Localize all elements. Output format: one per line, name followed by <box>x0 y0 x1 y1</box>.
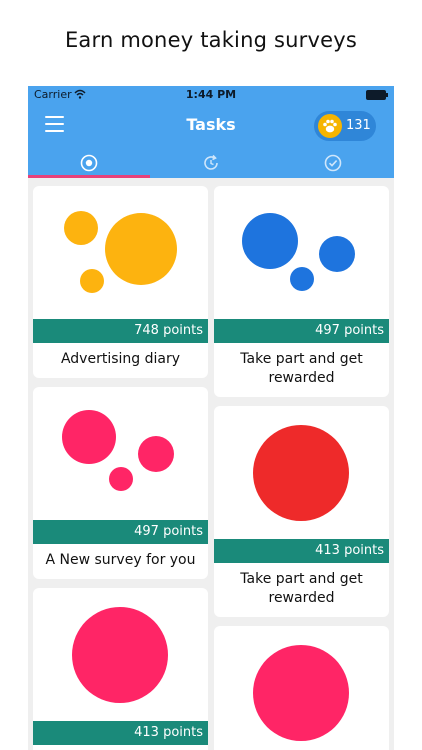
tab-completed[interactable] <box>272 148 394 178</box>
paw-icon <box>318 114 342 138</box>
task-points: 413 points <box>214 539 389 563</box>
points-balance-badge[interactable]: 131 <box>314 111 376 141</box>
refresh-icon <box>204 154 218 170</box>
phone-screen: Carrier 1:44 PM Tasks 131 748 points Adv… <box>28 86 394 750</box>
task-title: Take part and get rewarded <box>240 571 363 606</box>
task-art-circle <box>253 645 349 741</box>
battery-icon <box>366 90 388 100</box>
task-card[interactable]: 413 points <box>33 588 208 750</box>
task-title: Take part and get rewarded <box>240 351 363 386</box>
navigation-bar: Tasks 131 <box>28 104 394 148</box>
task-card[interactable]: 497 points A New survey for you <box>33 387 208 579</box>
task-points: 497 points <box>33 520 208 544</box>
task-points: 413 points <box>33 721 208 745</box>
task-art-circles <box>242 213 355 291</box>
points-balance-value: 131 <box>346 118 371 133</box>
status-bar: Carrier 1:44 PM <box>28 86 394 104</box>
task-card[interactable]: 413 points Take part and get rewarded <box>214 406 389 617</box>
task-art-circle <box>72 607 168 703</box>
task-card[interactable]: 497 points Take part and get rewarded <box>214 186 389 397</box>
task-points: 497 points <box>214 319 389 343</box>
task-art-circle <box>253 425 349 521</box>
target-icon <box>80 154 98 172</box>
task-art-circles <box>64 211 177 293</box>
tab-history[interactable] <box>150 148 272 178</box>
marketing-headline: Earn money taking surveys <box>64 28 358 52</box>
task-title: A New survey for you <box>45 552 196 568</box>
check-circle-icon <box>324 154 342 172</box>
task-points: 748 points <box>33 319 208 343</box>
task-card[interactable] <box>214 626 389 750</box>
task-title: Advertising diary <box>60 351 181 367</box>
task-card[interactable]: 748 points Advertising diary <box>33 186 208 378</box>
task-art-circles <box>62 410 174 491</box>
status-time: 1:44 PM <box>185 88 237 101</box>
tab-bar <box>28 148 394 178</box>
tab-active-tasks[interactable] <box>28 148 150 178</box>
active-tab-indicator <box>28 175 150 178</box>
